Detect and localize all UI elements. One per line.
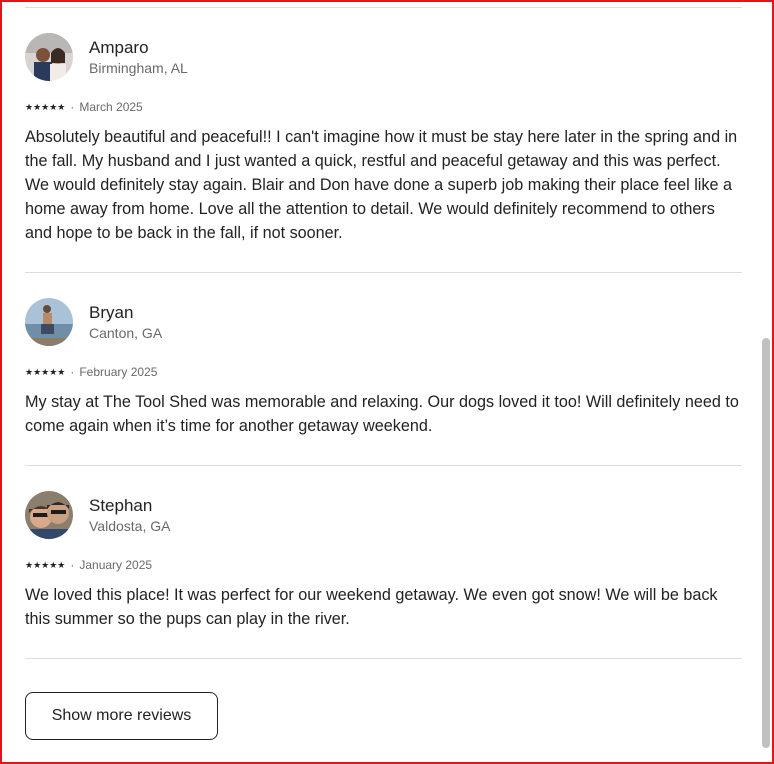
reviews-panel: Amparo Birmingham, AL ★★★★★ · March 2025… bbox=[2, 2, 766, 762]
scrollbar-thumb[interactable] bbox=[762, 338, 770, 748]
reviewer-location: Birmingham, AL bbox=[89, 60, 188, 76]
review-meta: ★★★★★ · February 2025 bbox=[25, 364, 745, 380]
reviewer-location: Valdosta, GA bbox=[89, 518, 171, 534]
reviewer-location: Canton, GA bbox=[89, 325, 163, 341]
reviewer-header: Amparo Birmingham, AL bbox=[25, 33, 745, 83]
scrollbar[interactable] bbox=[762, 2, 770, 762]
review-date: February 2025 bbox=[79, 365, 158, 379]
review-meta: ★★★★★ · January 2025 bbox=[25, 557, 745, 573]
review-meta: ★★★★★ · March 2025 bbox=[25, 99, 745, 115]
reviewer-name: Amparo bbox=[89, 38, 149, 57]
separator-dot: · bbox=[70, 100, 75, 114]
reviewer-name: Stephan bbox=[89, 496, 153, 515]
divider bbox=[25, 658, 742, 659]
review-date: March 2025 bbox=[79, 100, 143, 114]
reviewer-header: Bryan Canton, GA bbox=[25, 298, 745, 348]
avatar[interactable] bbox=[25, 298, 73, 346]
review-item: Bryan Canton, GA ★★★★★ · February 2025 M… bbox=[25, 298, 745, 438]
divider bbox=[25, 272, 742, 273]
star-rating-icon: ★★★★★ bbox=[25, 367, 66, 377]
reviewer-header: Stephan Valdosta, GA bbox=[25, 491, 745, 541]
review-text: My stay at The Tool Shed was memorable a… bbox=[25, 393, 739, 435]
avatar[interactable] bbox=[25, 491, 73, 539]
review-text: Absolutely beautiful and peaceful!! I ca… bbox=[25, 128, 738, 242]
star-rating-icon: ★★★★★ bbox=[25, 102, 66, 112]
divider bbox=[25, 465, 742, 466]
divider bbox=[25, 7, 742, 8]
review-text: We loved this place! It was perfect for … bbox=[25, 586, 718, 628]
show-more-reviews-button[interactable]: Show more reviews bbox=[25, 692, 218, 740]
separator-dot: · bbox=[70, 365, 75, 379]
reviews-window: Amparo Birmingham, AL ★★★★★ · March 2025… bbox=[0, 0, 774, 764]
review-item: Amparo Birmingham, AL ★★★★★ · March 2025… bbox=[25, 33, 745, 245]
reviewer-name: Bryan bbox=[89, 303, 134, 322]
review-item: Stephan Valdosta, GA ★★★★★ · January 202… bbox=[25, 491, 745, 631]
review-date: January 2025 bbox=[79, 558, 153, 572]
star-rating-icon: ★★★★★ bbox=[25, 560, 66, 570]
avatar[interactable] bbox=[25, 33, 73, 81]
separator-dot: · bbox=[70, 558, 75, 572]
